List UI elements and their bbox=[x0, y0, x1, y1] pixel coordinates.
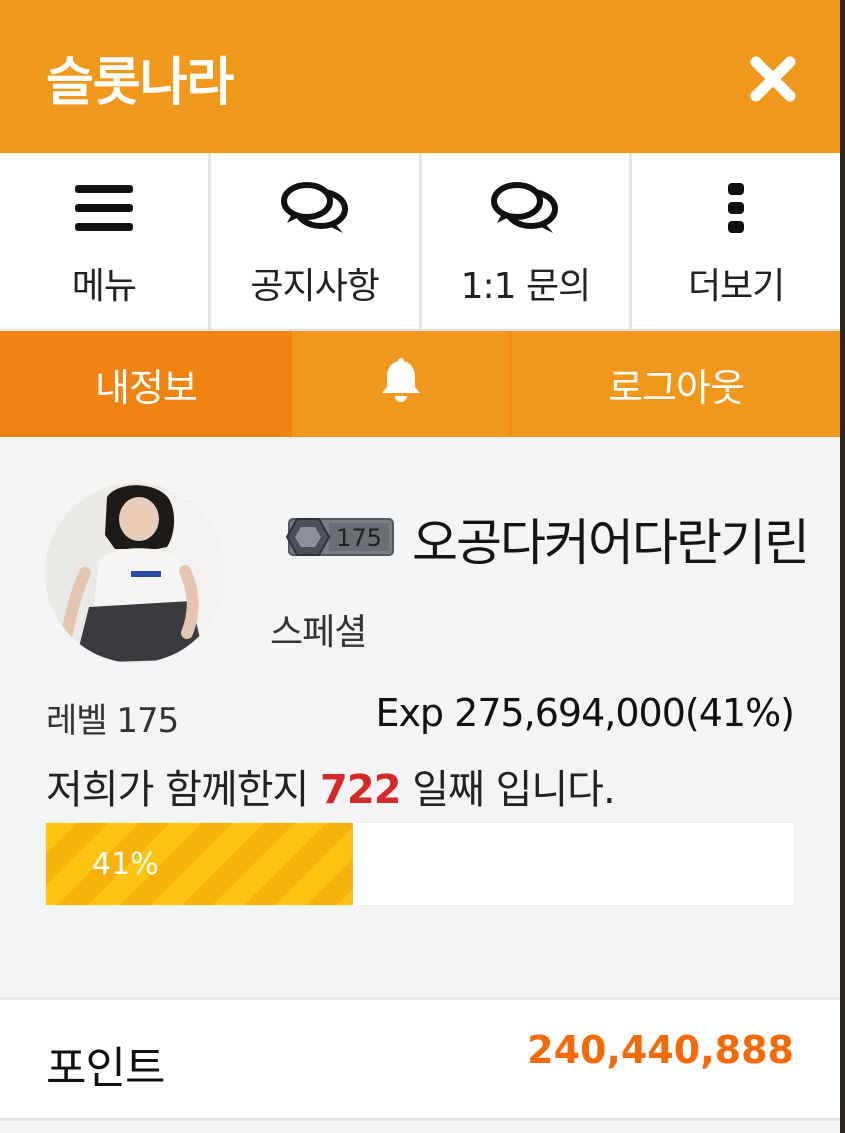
points-row: 포인트 240,440,888 bbox=[0, 997, 840, 1121]
points-label: 포인트 bbox=[46, 1043, 165, 1094]
quick-menu-button[interactable]: 메뉴 bbox=[0, 153, 211, 329]
tab-my-info[interactable]: 내정보 bbox=[0, 331, 292, 437]
nickname: 오공다커어다란기린 bbox=[412, 514, 810, 572]
exp-progress-bar: 41% bbox=[45, 822, 795, 906]
logout-button[interactable]: 로그아웃 bbox=[512, 331, 840, 437]
menu-header: 슬롯나라 bbox=[0, 0, 840, 153]
quick-notice-label: 공지사항 bbox=[250, 266, 379, 307]
quick-more-button[interactable]: 더보기 bbox=[632, 153, 840, 329]
profile-section: 175 오공다커어다란기린 스페셜 레벨 175 Exp 275,694,000… bbox=[0, 437, 840, 997]
account-tabs: 내정보 로그아웃 bbox=[0, 331, 840, 437]
close-icon[interactable] bbox=[746, 52, 800, 106]
avatar bbox=[45, 483, 225, 663]
hamburger-icon bbox=[74, 181, 133, 235]
level-badge-number: 175 bbox=[336, 524, 382, 552]
bell-icon bbox=[379, 357, 423, 412]
notification-button[interactable] bbox=[292, 331, 512, 437]
quick-menu-label: 메뉴 bbox=[71, 266, 137, 307]
days-count: 722 bbox=[320, 767, 401, 813]
exp-progress-label: 41% bbox=[92, 847, 159, 882]
chat-bubbles-icon bbox=[280, 181, 349, 235]
quick-inquiry-label: 1:1 문의 bbox=[460, 266, 592, 307]
days-suffix: 일째 입니다. bbox=[412, 767, 615, 813]
background-strip bbox=[840, 0, 845, 1133]
level-badge: 175 bbox=[283, 515, 397, 559]
points-value: 240,440,888 bbox=[527, 1028, 794, 1072]
exp-text: Exp 275,694,000(41%) bbox=[375, 691, 795, 735]
quick-notice-button[interactable]: 공지사항 bbox=[211, 153, 422, 329]
member-grade: 스페셜 bbox=[270, 612, 367, 653]
site-title: 슬롯나라 bbox=[46, 53, 234, 113]
side-menu-panel: 슬롯나라 메뉴 공지사항 1:1 문의 더보기 내정보 로그아웃 175 오공다… bbox=[0, 0, 840, 1133]
quick-more-label: 더보기 bbox=[687, 266, 785, 307]
days-prefix: 저희가 함께한지 bbox=[46, 767, 309, 813]
quick-menu: 메뉴 공지사항 1:1 문의 더보기 bbox=[0, 153, 840, 331]
chat-bubbles-icon bbox=[491, 181, 559, 235]
vertical-dots-icon bbox=[726, 181, 746, 235]
quick-inquiry-button[interactable]: 1:1 문의 bbox=[422, 153, 633, 329]
days-together-text: 저희가 함께한지 722 일째 입니다. bbox=[46, 757, 616, 815]
level-text: 레벨 175 bbox=[46, 701, 179, 741]
